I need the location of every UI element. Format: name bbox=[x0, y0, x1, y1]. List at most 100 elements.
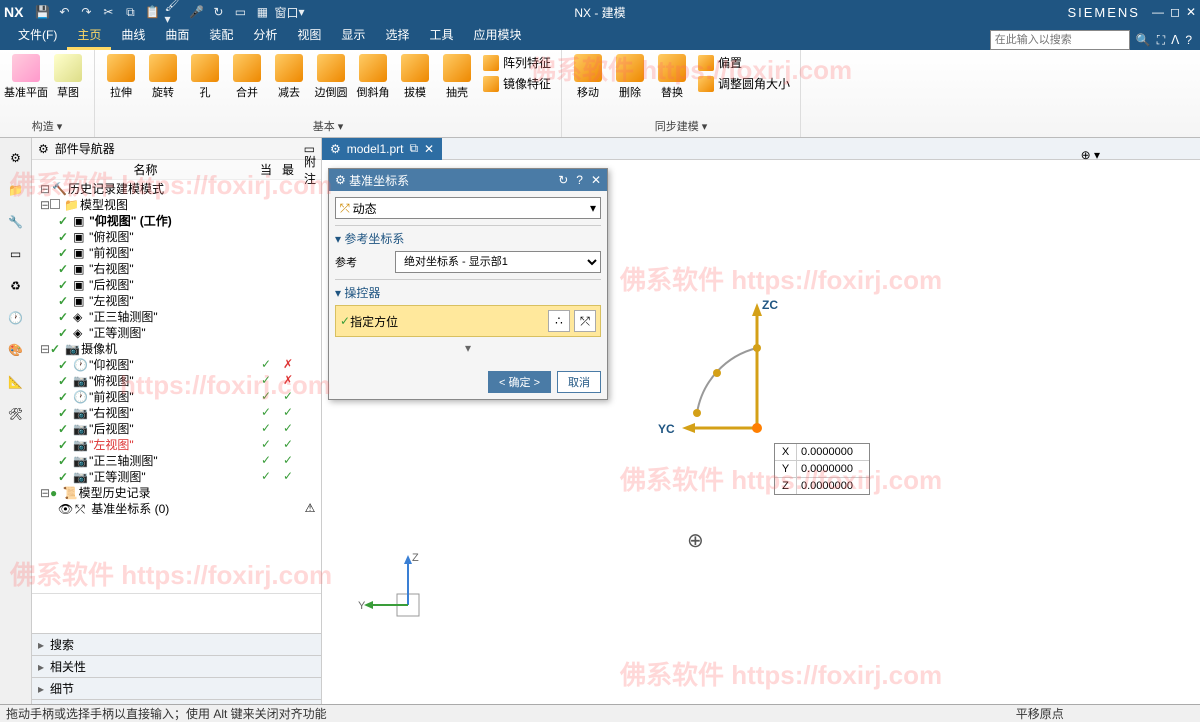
tree-item[interactable]: ✓◈"正等测图" bbox=[32, 324, 321, 340]
ribbon-基准平面[interactable]: 基准平面 bbox=[6, 52, 46, 102]
menu-7[interactable]: 显示 bbox=[331, 22, 375, 50]
menu-1[interactable]: 主页 bbox=[67, 22, 111, 50]
tree-item[interactable]: ✓▣"左视图" bbox=[32, 292, 321, 308]
tab-popout-icon[interactable]: ⧉ bbox=[409, 141, 418, 156]
ribbon-减去[interactable]: 减去 bbox=[269, 52, 309, 102]
color-icon[interactable]: 🎨 bbox=[2, 336, 30, 364]
menu-3[interactable]: 曲面 bbox=[155, 22, 199, 50]
dialog-help-icon[interactable]: ? bbox=[576, 173, 583, 187]
accordion-搜索[interactable]: 搜索 bbox=[32, 634, 321, 656]
tree-item[interactable]: ✓📷"俯视图"✓✗ bbox=[32, 372, 321, 388]
minimize-icon[interactable]: — bbox=[1152, 5, 1164, 19]
redo-icon[interactable]: ↷ bbox=[76, 2, 96, 22]
csys-type-select[interactable]: ⤱ 动态▾ bbox=[335, 197, 601, 219]
menu-5[interactable]: 分析 bbox=[243, 22, 287, 50]
save-icon[interactable]: 💾 bbox=[32, 2, 52, 22]
search-icon[interactable]: 🔍 bbox=[1136, 33, 1151, 47]
point-dialog-icon[interactable]: ∴ bbox=[548, 310, 570, 332]
brush-icon[interactable]: 🖌▾ bbox=[164, 2, 184, 22]
ribbon-草图[interactable]: 草图 bbox=[48, 52, 88, 102]
close-icon[interactable]: ✕ bbox=[1186, 5, 1196, 19]
ribbon-偏置[interactable]: 偏置 bbox=[694, 52, 794, 73]
coord-input[interactable]: 0.0000000 bbox=[797, 461, 869, 477]
assembly-icon[interactable]: 🔧 bbox=[2, 208, 30, 236]
ribbon-拔模[interactable]: 拔模 bbox=[395, 52, 435, 102]
maximize-icon[interactable]: ◻ bbox=[1170, 5, 1180, 19]
dialog-close-icon[interactable]: ✕ bbox=[591, 173, 601, 187]
tree-item[interactable]: ⊟● 📜模型历史记录 bbox=[32, 484, 321, 500]
tree-item[interactable]: ✓▣"俯视图" bbox=[32, 228, 321, 244]
window-icon[interactable]: ▭ bbox=[230, 2, 250, 22]
coord-input[interactable]: 0.0000000 bbox=[797, 478, 869, 494]
ribbon-镜像特征[interactable]: 镜像特征 bbox=[479, 73, 555, 94]
nav-tree-icon[interactable]: 📁 bbox=[2, 176, 30, 204]
tree-item[interactable]: ✓◈"正三轴测图" bbox=[32, 308, 321, 324]
coord-input[interactable]: 0.0000000 bbox=[797, 444, 869, 460]
tree-item[interactable]: 👁⤱基准坐标系 (0)⚠ bbox=[32, 500, 321, 516]
ribbon-孔[interactable]: 孔 bbox=[185, 52, 225, 102]
datum-csys-handle[interactable]: ZC YC bbox=[682, 298, 832, 448]
cut-icon[interactable]: ✂ bbox=[98, 2, 118, 22]
menu-10[interactable]: 应用模块 bbox=[463, 22, 531, 50]
copy-icon[interactable]: ⧉ bbox=[120, 2, 140, 22]
tree-item[interactable]: ✓📷"右视图"✓✓ bbox=[32, 404, 321, 420]
tree-item[interactable]: ✓📷"正三轴测图"✓✓ bbox=[32, 452, 321, 468]
ribbon-边倒圆[interactable]: 边倒圆 bbox=[311, 52, 351, 102]
measure-icon[interactable]: 📐 bbox=[2, 368, 30, 396]
model-tab[interactable]: ⚙ model1.prt ⧉ ✕ bbox=[322, 138, 442, 160]
ref-select[interactable]: 绝对坐标系 - 显示部1 bbox=[395, 251, 601, 273]
ribbon-替换[interactable]: 替换 bbox=[652, 52, 692, 102]
multi-icon[interactable]: ▦ bbox=[252, 2, 272, 22]
constraint-icon[interactable]: ▭ bbox=[2, 240, 30, 268]
help-icon[interactable]: ᐱ bbox=[1171, 33, 1179, 47]
cancel-button[interactable]: 取消 bbox=[557, 371, 601, 393]
csys-dialog-icon[interactable]: ⤱ bbox=[574, 310, 596, 332]
tree-item[interactable]: ✓🕐"仰视图"✓✗ bbox=[32, 356, 321, 372]
tree-item[interactable]: ⊟🔨历史记录建模模式 bbox=[32, 180, 321, 196]
tree-item[interactable]: ⊟✓📷摄像机 bbox=[32, 340, 321, 356]
accordion-相关性[interactable]: 相关性 bbox=[32, 656, 321, 678]
tab-close-icon[interactable]: ✕ bbox=[424, 142, 434, 156]
tree-item[interactable]: ✓▣"后视图" bbox=[32, 276, 321, 292]
ribbon-调整圆角大小[interactable]: 调整圆角大小 bbox=[694, 73, 794, 94]
model-tree[interactable]: ⊟🔨历史记录建模模式⊟📁模型视图✓▣"仰视图" (工作)✓▣"俯视图"✓▣"前视… bbox=[32, 180, 321, 593]
help2-icon[interactable]: ? bbox=[1185, 33, 1192, 47]
tree-item[interactable]: ⊟📁模型视图 bbox=[32, 196, 321, 212]
history-icon[interactable]: 🕐 bbox=[2, 304, 30, 332]
ribbon-合并[interactable]: 合并 bbox=[227, 52, 267, 102]
section-reference[interactable]: 参考坐标系 bbox=[335, 225, 601, 251]
paste-icon[interactable]: 📋 bbox=[142, 2, 162, 22]
expand-icon[interactable]: ⛶ bbox=[1157, 33, 1165, 48]
view-target-icon[interactable]: ⊕ ▾ bbox=[1081, 148, 1100, 162]
ribbon-抽壳[interactable]: 抽壳 bbox=[437, 52, 477, 102]
menu-8[interactable]: 选择 bbox=[375, 22, 419, 50]
menu-2[interactable]: 曲线 bbox=[111, 22, 155, 50]
ribbon-阵列特征[interactable]: 阵列特征 bbox=[479, 52, 555, 73]
tools-icon[interactable]: 🛠 bbox=[2, 400, 30, 428]
ribbon-倒斜角[interactable]: 倒斜角 bbox=[353, 52, 393, 102]
expand-more-icon[interactable]: ▾ bbox=[335, 337, 601, 359]
menu-6[interactable]: 视图 bbox=[287, 22, 331, 50]
gear-icon[interactable]: ⚙ bbox=[38, 142, 49, 156]
reuse-icon[interactable]: ♻ bbox=[2, 272, 30, 300]
undo-icon[interactable]: ↶ bbox=[54, 2, 74, 22]
redo2-icon[interactable]: ↻ bbox=[208, 2, 228, 22]
accordion-细节[interactable]: 细节 bbox=[32, 678, 321, 700]
menu-0[interactable]: 文件(F) bbox=[8, 22, 67, 50]
window-menu[interactable]: 窗口▾ bbox=[274, 2, 304, 22]
tree-item[interactable]: ✓▣"前视图" bbox=[32, 244, 321, 260]
ribbon-拉伸[interactable]: 拉伸 bbox=[101, 52, 141, 102]
graphics-canvas[interactable]: ⚙ model1.prt ⧉ ✕ ⊕ ▾ ⚙ 基准坐标系 ↻ ? ✕ ⤱ 动态▾ bbox=[322, 138, 1200, 722]
mic-icon[interactable]: 🎤 bbox=[186, 2, 206, 22]
ok-button[interactable]: < 确定 > bbox=[488, 371, 551, 393]
ribbon-旋转[interactable]: 旋转 bbox=[143, 52, 183, 102]
menu-9[interactable]: 工具 bbox=[419, 22, 463, 50]
ribbon-删除[interactable]: 删除 bbox=[610, 52, 650, 102]
section-manipulator[interactable]: 操控器 bbox=[335, 279, 601, 305]
tree-item[interactable]: ✓📷"正等测图"✓✓ bbox=[32, 468, 321, 484]
tree-item[interactable]: ✓📷"后视图"✓✓ bbox=[32, 420, 321, 436]
dialog-reset-icon[interactable]: ↻ bbox=[558, 173, 568, 187]
menu-4[interactable]: 装配 bbox=[199, 22, 243, 50]
tree-item[interactable]: ✓📷"左视图"✓✓ bbox=[32, 436, 321, 452]
settings-icon[interactable]: ⚙ bbox=[2, 144, 30, 172]
